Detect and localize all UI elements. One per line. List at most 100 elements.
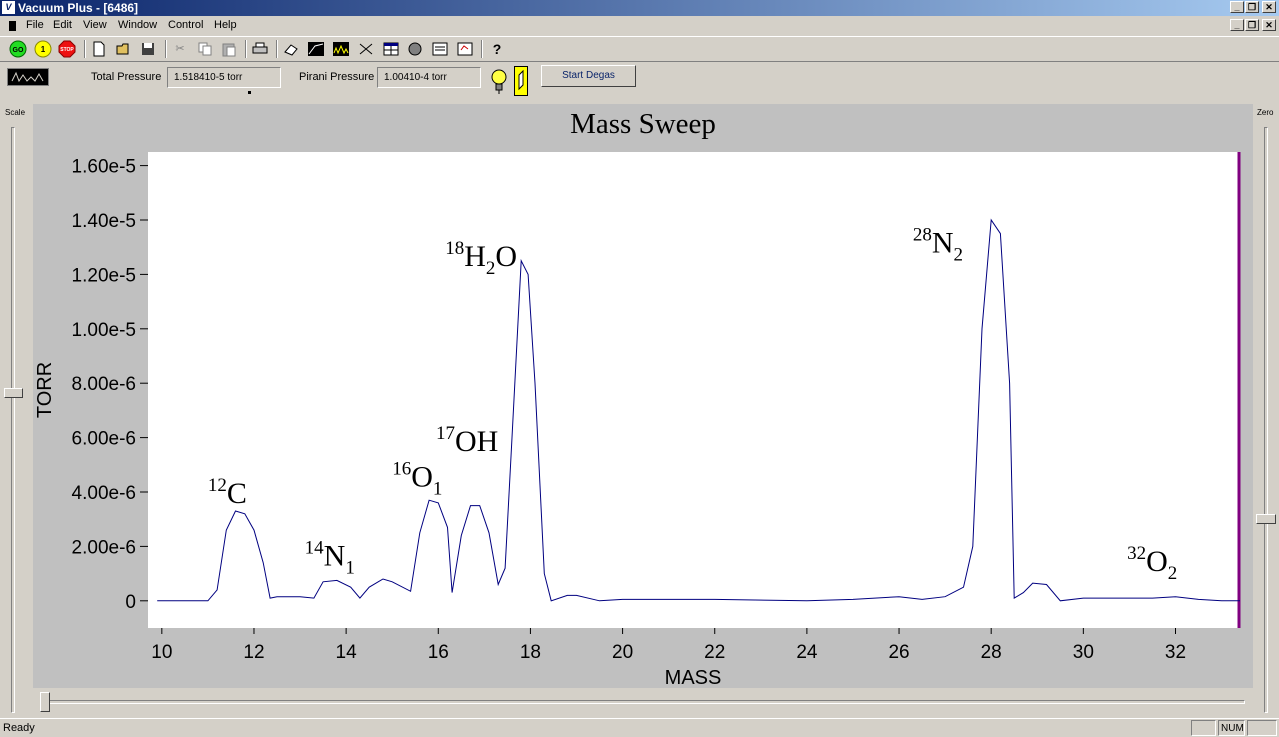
x-tick-label: 30 (1073, 642, 1094, 663)
open-folder-icon (116, 43, 129, 55)
gauge-button[interactable] (406, 40, 424, 58)
erase-button[interactable] (282, 40, 300, 58)
mass-sweep-button[interactable] (332, 40, 350, 58)
child-close-button[interactable]: ✕ (1262, 19, 1276, 31)
x-tick-label: 32 (1165, 642, 1186, 663)
y-tick-label: 4.00e-6 (72, 483, 136, 504)
title-bar: V Vacuum Plus - [6486] _ ❐ ✕ (0, 0, 1279, 16)
peak-label-subscript: 2 (1168, 563, 1178, 584)
toolbar-separator (165, 40, 167, 58)
window-title: Vacuum Plus - [6486] (18, 1, 139, 15)
printer-icon (252, 42, 268, 54)
menu-help[interactable]: Help (214, 19, 237, 31)
zero-slider-thumb[interactable] (1256, 514, 1276, 524)
table-icon (383, 42, 399, 56)
svg-text:STOP: STOP (60, 47, 74, 53)
y-tick-label: 6.00e-6 (72, 429, 136, 450)
chart-title: Mass Sweep (570, 108, 716, 140)
total-pressure-field: 1.518410-5 torr (167, 67, 281, 88)
x-tick-label: 16 (428, 642, 449, 663)
toolbar-separator (84, 40, 86, 58)
status-text: Ready (3, 722, 35, 734)
save-button[interactable] (139, 40, 157, 58)
print-button[interactable] (251, 40, 269, 58)
filament-button[interactable] (489, 66, 509, 96)
menu-view[interactable]: View (83, 19, 107, 31)
analog-scan-icon (308, 42, 324, 56)
save-disk-icon (142, 43, 154, 55)
num-lock-indicator: NUM (1218, 720, 1245, 736)
help-question-icon: ? (492, 41, 502, 57)
scale-slider-thumb[interactable] (4, 388, 23, 398)
peak-label-species: O (411, 461, 433, 494)
analog-scan-button[interactable] (307, 40, 325, 58)
open-button[interactable] (115, 40, 133, 58)
gauge-icon (408, 42, 422, 56)
y-ticks: 0 2.00e-6 4.00e-6 6.00e-6 8.00e-6 1.00e-5 1.20… (72, 157, 148, 613)
peak-label-mass: 12 (208, 475, 227, 496)
x-tick-label: 20 (612, 642, 633, 663)
horizontal-slider-thumb[interactable] (40, 692, 50, 712)
degas-toggle[interactable] (514, 66, 528, 96)
status-pane (1247, 720, 1277, 736)
paste-button[interactable] (220, 40, 238, 58)
indicator-dot (248, 91, 251, 94)
stop-icon: STOP (58, 40, 76, 58)
document-icon (9, 21, 16, 31)
go-button[interactable]: GO (9, 40, 27, 58)
y-tick-label: 1.40e-5 (72, 211, 136, 232)
scissors-icon: ✂ (175, 43, 185, 55)
y-tick-label: 2.00e-6 (72, 537, 136, 558)
minimize-button[interactable]: _ (1230, 1, 1244, 13)
svg-text:GO: GO (13, 47, 24, 54)
menu-file[interactable]: File (26, 19, 44, 31)
go-icon: GO (9, 40, 27, 58)
x-tick-label: 26 (888, 642, 909, 663)
peak-label-subscript: 1 (433, 479, 443, 500)
peak-label-species: O (1146, 545, 1168, 578)
leak-check-button[interactable] (357, 40, 375, 58)
new-button[interactable] (90, 40, 108, 58)
mass-sweep-chart: Mass Sweep MASS TORR 10 12 14 16 18 20 22 24 26 2… (34, 108, 1241, 688)
child-restore-button[interactable]: ❐ (1245, 19, 1259, 31)
report-icon (432, 42, 448, 56)
table-view-button[interactable] (382, 40, 400, 58)
x-tick-label: 10 (151, 642, 172, 663)
menu-edit[interactable]: Edit (53, 19, 72, 31)
scan-mode-button[interactable] (7, 68, 49, 86)
start-degas-button[interactable]: Start Degas (541, 65, 636, 87)
log-icon (457, 42, 473, 56)
light-bulb-icon (491, 69, 507, 94)
status-bar: Ready NUM (0, 718, 1279, 737)
peak-label-species: C (227, 477, 247, 510)
toolbar-separator (245, 40, 247, 58)
child-minimize-button[interactable]: _ (1230, 19, 1244, 31)
spectrum-icon (11, 71, 44, 83)
peak-label-mass: 32 (1127, 543, 1146, 564)
peak-label-species: N (932, 227, 954, 260)
help-button[interactable]: ? (488, 40, 506, 58)
restore-button[interactable]: ❐ (1245, 1, 1259, 13)
log-button[interactable] (456, 40, 474, 58)
svg-text:1: 1 (41, 45, 46, 54)
menu-bar: File Edit View Window Control Help _ ❐ ✕ (0, 16, 1279, 36)
paste-icon (222, 43, 236, 57)
menu-window[interactable]: Window (118, 19, 157, 31)
peak-label-tail: O (495, 240, 517, 273)
copy-icon (198, 42, 212, 56)
close-button[interactable]: ✕ (1262, 1, 1276, 13)
single-step-button[interactable]: 1 (34, 40, 52, 58)
pressure-strip: Total Pressure 1.518410-5 torr Pirani Pr… (0, 62, 1279, 98)
x-tick-label: 14 (336, 642, 358, 663)
peak-label-mass: 18 (445, 238, 464, 259)
report-button[interactable] (431, 40, 449, 58)
stop-button[interactable]: STOP (58, 40, 76, 58)
menu-control[interactable]: Control (168, 19, 203, 31)
toolbar: GO 1 STOP ✂ ? (0, 36, 1279, 62)
zero-slider-track (1264, 127, 1268, 713)
copy-button[interactable] (196, 40, 214, 58)
leak-check-icon (359, 43, 373, 55)
total-pressure-label: Total Pressure (91, 71, 162, 83)
cut-button[interactable]: ✂ (171, 40, 189, 58)
mass-sweep-icon (333, 42, 349, 56)
